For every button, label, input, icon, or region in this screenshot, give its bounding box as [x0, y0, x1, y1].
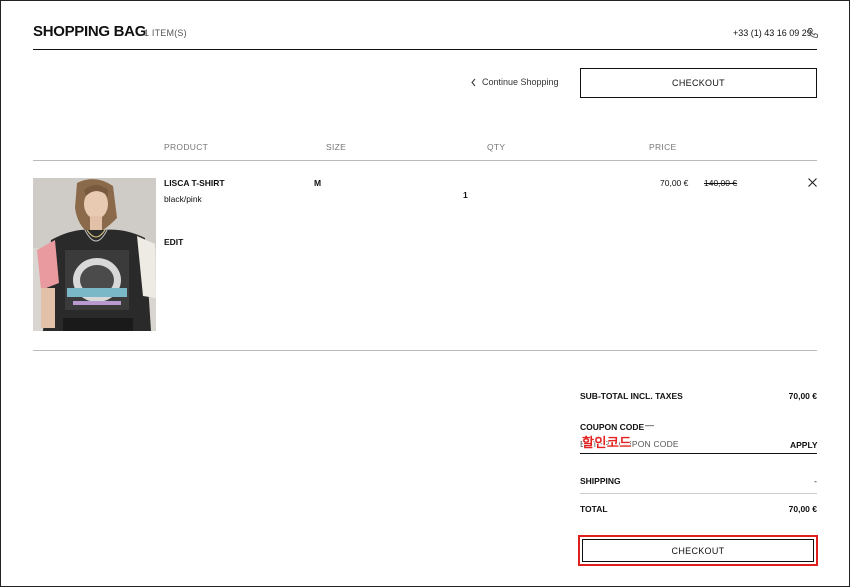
- column-header-product: PRODUCT: [164, 142, 209, 152]
- checkout-button-bottom[interactable]: CHECKOUT: [578, 535, 818, 566]
- subtotal-label: SUB-TOTAL INCL. TAXES: [580, 391, 683, 401]
- column-header-qty: QTY: [487, 142, 506, 152]
- checkout-button-top[interactable]: CHECKOUT: [580, 68, 817, 98]
- column-header-price: PRICE: [649, 142, 677, 152]
- item-count: 1 ITEM(S): [144, 28, 187, 38]
- item-row-divider: [33, 350, 817, 351]
- shipping-value: -: [814, 476, 817, 486]
- page-title: SHOPPING BAG: [33, 23, 147, 40]
- product-price: 70,00 €: [660, 178, 689, 188]
- header-divider: [33, 49, 817, 50]
- total-value: 70,00 €: [788, 504, 817, 514]
- continue-shopping-link[interactable]: Continue Shopping: [470, 77, 559, 87]
- phone-icon[interactable]: [807, 27, 819, 39]
- subtotal-value: 70,00 €: [788, 391, 817, 401]
- checkout-button-inner-border: [582, 539, 814, 562]
- total-label: TOTAL: [580, 504, 608, 514]
- product-original-price: 140,00 €: [704, 178, 738, 188]
- phone-number[interactable]: +33 (1) 43 16 09 29: [733, 28, 812, 38]
- apply-coupon-button[interactable]: APPLY: [790, 440, 818, 450]
- product-image[interactable]: [33, 178, 156, 331]
- product-size: M: [314, 178, 322, 188]
- column-header-size: SIZE: [326, 142, 347, 152]
- discount-code-stamp: 할인코드: [582, 436, 632, 451]
- product-quantity: 1: [463, 190, 468, 200]
- shipping-label: SHIPPING: [580, 476, 621, 486]
- table-header-divider: [33, 160, 817, 161]
- coupon-collapse-toggle[interactable]: —: [645, 420, 654, 430]
- close-icon[interactable]: [807, 177, 818, 188]
- chevron-left-icon: [471, 78, 476, 86]
- coupon-input-underline: [580, 453, 817, 454]
- coupon-label[interactable]: COUPON CODE: [580, 422, 644, 432]
- edit-item-link[interactable]: EDIT: [164, 237, 183, 247]
- product-name[interactable]: LISCA T-SHIRT: [164, 178, 225, 188]
- product-photo: [33, 178, 156, 331]
- continue-shopping-label: Continue Shopping: [482, 77, 559, 87]
- product-color: black/pink: [164, 194, 202, 204]
- shipping-divider: [580, 493, 817, 494]
